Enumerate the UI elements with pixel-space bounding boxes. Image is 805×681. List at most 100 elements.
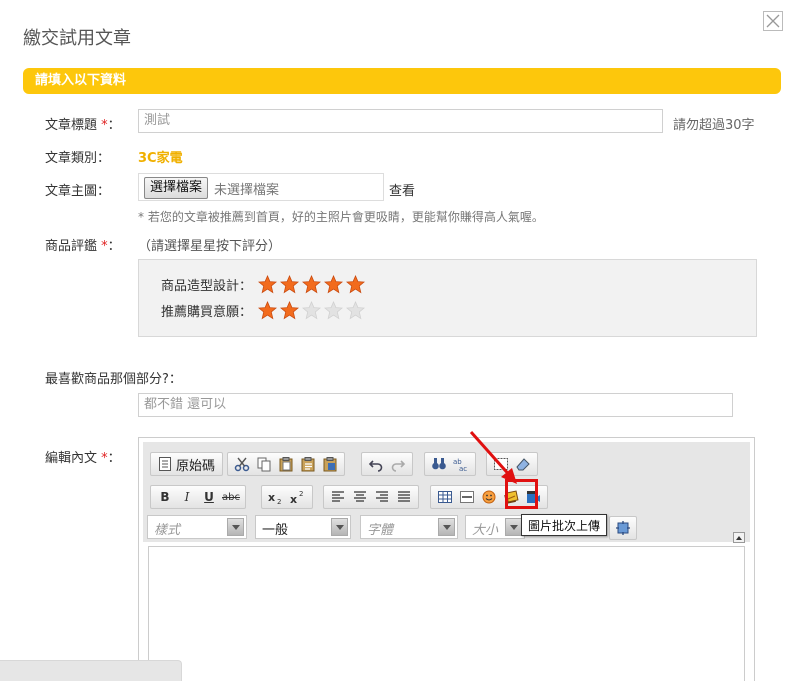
format-combo[interactable]: 一般 xyxy=(255,515,351,539)
rating-row: 商品造型設計： xyxy=(161,274,368,294)
smiley-button[interactable] xyxy=(478,487,500,507)
svg-text:x: x xyxy=(268,491,275,504)
maximize-button[interactable] xyxy=(612,518,634,538)
horizontal-rule-icon xyxy=(460,491,474,503)
size-value: 大小 xyxy=(472,523,499,538)
tooltip: 圖片批次上傳 xyxy=(521,514,608,536)
highlight-box xyxy=(505,479,538,509)
history-group xyxy=(361,452,413,476)
star-filled-icon[interactable] xyxy=(324,274,343,294)
copy-icon xyxy=(257,457,271,472)
align-right-icon xyxy=(376,491,388,502)
remove-format-button[interactable] xyxy=(512,454,534,474)
clipboard-icon xyxy=(279,457,293,472)
styles-combo[interactable]: 樣式 xyxy=(147,515,247,539)
star-empty-icon[interactable] xyxy=(324,300,343,320)
align-right-button[interactable] xyxy=(371,487,393,507)
tools-group xyxy=(486,452,538,476)
chevron-down-icon xyxy=(331,518,348,536)
size-combo[interactable]: 大小 xyxy=(465,515,525,539)
star-filled-icon[interactable] xyxy=(346,274,365,294)
file-status: 未選擇檔案 xyxy=(214,183,280,198)
subscript-icon: x2 xyxy=(268,491,281,505)
star-filled-icon[interactable] xyxy=(258,274,277,294)
cut-button[interactable] xyxy=(231,454,253,474)
justify-button[interactable] xyxy=(393,487,415,507)
source-label: 原始碼 xyxy=(176,458,216,474)
star-filled-icon[interactable] xyxy=(280,274,299,294)
undo-icon xyxy=(368,460,383,472)
star-empty-icon[interactable] xyxy=(302,300,321,320)
subscript-button[interactable]: x2 xyxy=(265,487,287,507)
paste-button[interactable] xyxy=(275,454,297,474)
font-value: 字體 xyxy=(367,523,394,538)
editor-toolbar: 原始碼 ab ac B I U abc x2 x 2 樣式 一般 字體 大小 xyxy=(143,442,750,542)
star-empty-icon[interactable] xyxy=(346,300,365,320)
replace-icon: abac xyxy=(453,458,467,472)
close-button[interactable] xyxy=(763,11,783,31)
eraser-icon xyxy=(516,458,530,471)
star-filled-icon[interactable] xyxy=(302,274,321,294)
align-left-icon xyxy=(332,491,344,502)
superscript-button[interactable]: x2 xyxy=(287,487,309,507)
svg-text:ac: ac xyxy=(459,465,467,472)
view-link[interactable]: 查看 xyxy=(389,180,415,199)
title-input[interactable]: 測試 xyxy=(138,109,663,133)
star-filled-icon[interactable] xyxy=(258,300,277,320)
find-group: ab ac xyxy=(424,452,476,476)
section-header: 請填入以下資料 xyxy=(23,68,781,94)
editor-content-area[interactable] xyxy=(148,546,745,681)
file-input[interactable]: 選擇檔案 未選擇檔案 xyxy=(138,173,384,201)
collapse-toolbar-button[interactable] xyxy=(733,532,745,543)
category-value: 3C家電 xyxy=(138,151,183,166)
favorite-input[interactable]: 都不錯 還可以 xyxy=(138,393,733,417)
title-hint: 請勿超過30字 xyxy=(673,118,755,133)
italic-button[interactable]: I xyxy=(176,487,198,507)
smiley-icon xyxy=(482,490,496,504)
favorite-label: 最喜歡商品那個部分?： xyxy=(45,372,182,387)
clipboard-group xyxy=(227,452,345,476)
paste-text-button[interactable] xyxy=(297,454,319,474)
paste-word-icon xyxy=(323,457,337,472)
superscript-icon: x2 xyxy=(290,490,303,505)
align-left-button[interactable] xyxy=(327,487,349,507)
category-label: 文章類別： xyxy=(45,151,111,166)
paste-text-icon xyxy=(301,457,315,472)
scissors-icon xyxy=(234,457,250,472)
source-button[interactable]: 原始碼 xyxy=(154,454,219,474)
styles-value: 樣式 xyxy=(154,523,181,538)
rating-name: 推薦購買意願： xyxy=(161,304,253,320)
svg-text:x: x xyxy=(290,493,297,505)
dialog-title: 繳交試用文章 xyxy=(23,28,131,49)
justify-icon xyxy=(398,491,410,502)
select-all-icon xyxy=(494,458,508,470)
star-rating xyxy=(258,274,368,294)
font-combo[interactable]: 字體 xyxy=(360,515,458,539)
close-icon xyxy=(766,14,780,28)
choose-file-button[interactable]: 選擇檔案 xyxy=(144,177,208,199)
select-all-button[interactable] xyxy=(490,454,512,474)
svg-text:2: 2 xyxy=(277,498,281,505)
align-center-icon xyxy=(354,491,366,502)
star-filled-icon[interactable] xyxy=(280,300,299,320)
image-note: * 若您的文章被推薦到首頁，好的主照片會更吸睛，更能幫你賺得高人氣喔。 xyxy=(138,210,544,224)
redo-button[interactable] xyxy=(387,454,409,474)
paste-word-button[interactable] xyxy=(319,454,341,474)
rating-note: （請選擇星星按下評分） xyxy=(138,239,282,254)
undo-button[interactable] xyxy=(365,454,387,474)
table-button[interactable] xyxy=(434,487,456,507)
underline-button[interactable]: U xyxy=(198,487,220,507)
find-button[interactable] xyxy=(428,454,450,474)
chevron-down-icon xyxy=(438,518,455,536)
redo-icon xyxy=(391,460,406,472)
bold-button[interactable]: B xyxy=(154,487,176,507)
replace-button[interactable]: ab ac xyxy=(450,454,472,474)
maximize-group xyxy=(609,516,637,540)
copy-button[interactable] xyxy=(253,454,275,474)
rating-row: 推薦購買意願： xyxy=(161,300,368,320)
align-center-button[interactable] xyxy=(349,487,371,507)
rating-panel: 商品造型設計： 推薦購買意願： xyxy=(138,259,757,337)
strikethrough-button[interactable]: abc xyxy=(220,487,242,507)
horizontal-rule-button[interactable] xyxy=(456,487,478,507)
text-style-group: B I U abc xyxy=(150,485,246,509)
